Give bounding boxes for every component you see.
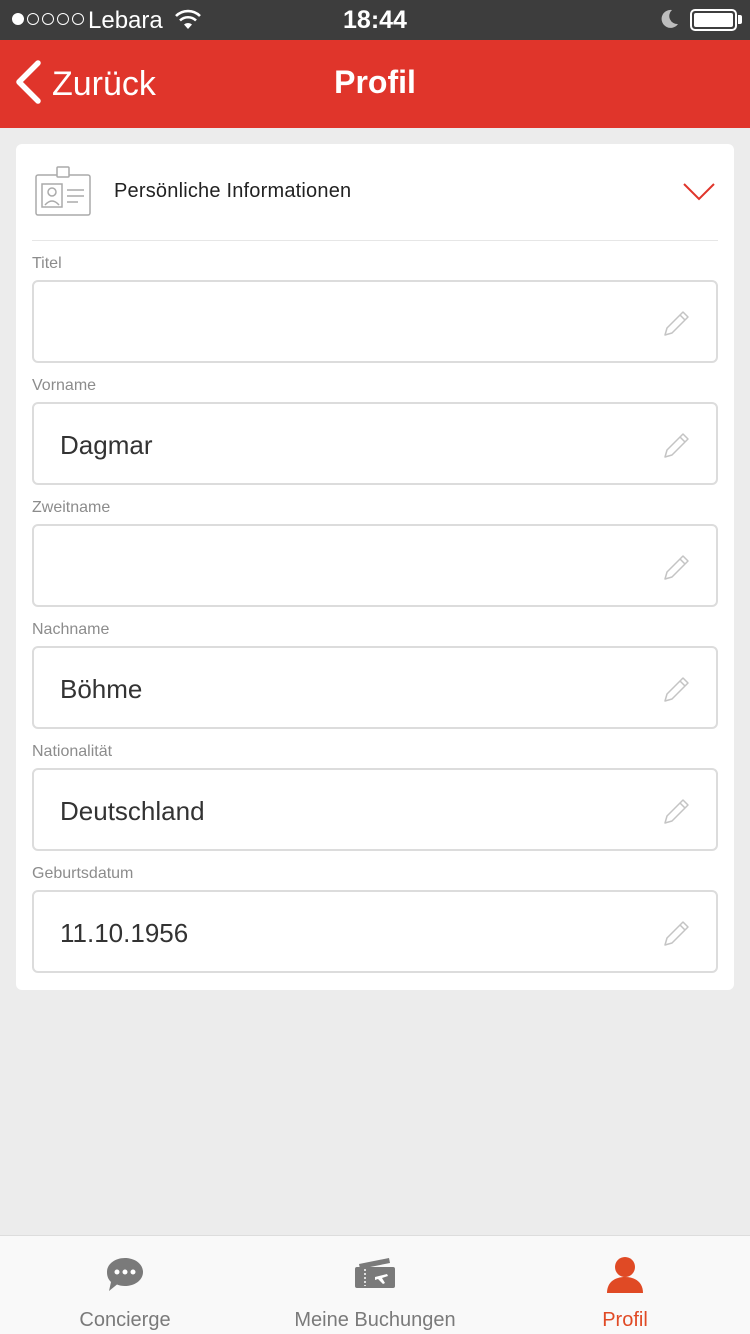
tab-profil[interactable]: Profil [500, 1236, 750, 1334]
pencil-icon[interactable] [662, 430, 692, 465]
field-value-nationalitaet: Deutschland [60, 796, 205, 826]
status-bar: Lebara 18:44 [0, 0, 750, 40]
field-label-nationalitaet: Nationalität [32, 743, 113, 760]
field-value-nachname: Böhme [60, 674, 143, 704]
chat-bubble-icon [0, 1256, 250, 1294]
pencil-icon[interactable] [662, 552, 692, 587]
pencil-icon[interactable] [662, 308, 692, 343]
status-time: 18:44 [343, 6, 407, 34]
id-card-icon [34, 166, 92, 223]
pencil-icon[interactable] [662, 674, 692, 709]
field-label-nachname: Nachname [32, 621, 110, 638]
field-label-zweitname: Zweitname [32, 499, 111, 516]
battery-icon [690, 9, 737, 31]
moon-icon [658, 8, 680, 35]
field-label-geburtsdatum: Geburtsdatum [32, 865, 134, 882]
geburtsdatum-field[interactable]: 11.10.1956 [32, 890, 718, 973]
ticket-icon [250, 1256, 500, 1290]
nav-bar: Zurück Profil [0, 40, 750, 128]
page-title: Profil [334, 64, 416, 100]
tab-bar: Concierge Meine Buchungen Profil [0, 1235, 750, 1334]
tab-meine-buchungen[interactable]: Meine Buchungen [250, 1236, 500, 1334]
section-title: Persönliche Informationen [114, 180, 352, 202]
chevron-down-icon[interactable] [682, 182, 716, 207]
battery-tip [738, 15, 742, 24]
nachname-field[interactable]: Böhme [32, 646, 718, 729]
tab-label-profil: Profil [602, 1309, 648, 1331]
pencil-icon[interactable] [662, 796, 692, 831]
titel-field[interactable] [32, 280, 718, 363]
section-header-personal-info[interactable]: Persönliche Informationen [32, 144, 718, 241]
person-icon [500, 1256, 750, 1294]
pencil-icon[interactable] [662, 918, 692, 953]
vorname-field[interactable]: Dagmar [32, 402, 718, 485]
field-value-geburtsdatum: 11.10.1956 [60, 918, 189, 948]
tab-concierge[interactable]: Concierge [0, 1236, 250, 1334]
nationalitaet-field[interactable]: Deutschland [32, 768, 718, 851]
field-value-vorname: Dagmar [60, 430, 153, 460]
field-label-titel: Titel [32, 255, 62, 272]
zweitname-field[interactable] [32, 524, 718, 607]
field-label-vorname: Vorname [32, 377, 97, 394]
personal-info-card: Persönliche Informationen Titel Vorname … [16, 144, 734, 990]
tab-label-meine-buchungen: Meine Buchungen [294, 1309, 456, 1331]
tab-label-concierge: Concierge [79, 1309, 171, 1331]
